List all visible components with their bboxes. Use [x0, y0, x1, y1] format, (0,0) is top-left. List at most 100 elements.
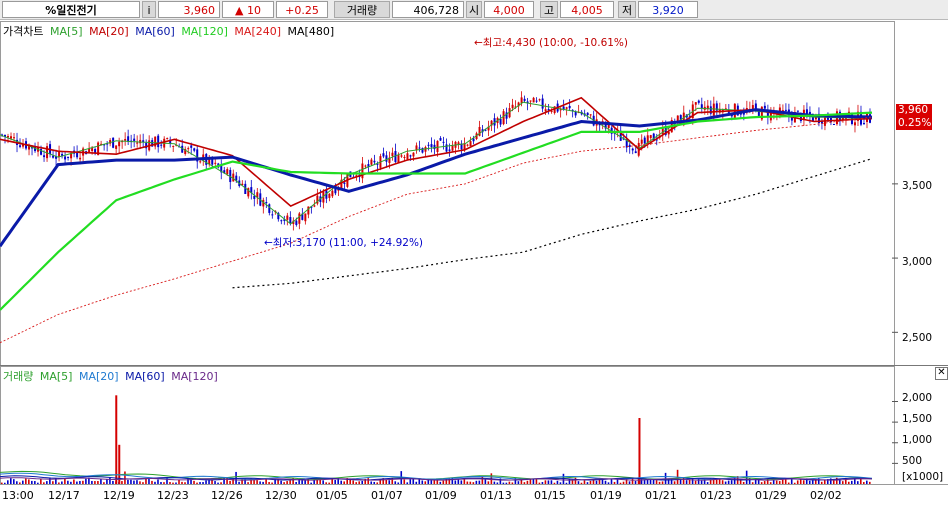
candle-body	[19, 145, 22, 147]
candle-body	[10, 136, 13, 139]
candle-body	[634, 151, 637, 154]
volume-bar	[31, 480, 33, 484]
volume-bar	[286, 481, 288, 484]
price-tick-3500: 3,500	[902, 180, 933, 192]
volume-bar	[775, 480, 778, 484]
volume-bar	[721, 480, 724, 484]
candle-body	[427, 144, 430, 146]
legend-ma5[interactable]: MA[5]	[50, 25, 83, 38]
volume-bar	[130, 479, 132, 484]
volume-bar	[421, 480, 424, 484]
x-tick-label: 01/07	[371, 489, 403, 502]
candle-body	[466, 144, 469, 146]
candle-body	[421, 147, 424, 153]
candle-body	[763, 105, 766, 109]
volume-bar	[700, 480, 703, 484]
volume-bar	[121, 481, 123, 484]
volume-bar	[355, 482, 358, 484]
candle-body	[853, 122, 856, 126]
volume-bar	[475, 480, 478, 484]
x-tick-label: 01/09	[425, 489, 457, 502]
volume-bar	[169, 482, 171, 484]
volume-bar	[574, 477, 577, 484]
volume-bar	[157, 479, 159, 484]
volume-bars	[1, 395, 871, 484]
price-panel-title: 가격차트	[3, 25, 44, 38]
volume-bar	[865, 480, 868, 484]
volume-bar	[58, 482, 60, 484]
volume-bar	[832, 480, 835, 484]
volume-bar	[238, 481, 240, 484]
volume-peak-bar	[115, 395, 118, 484]
volume-bar	[181, 481, 183, 484]
candle-body	[298, 213, 301, 224]
volume-bar	[262, 481, 264, 484]
legend-ma240[interactable]: MA[240]	[234, 25, 281, 38]
candle-body	[700, 104, 703, 109]
candle-body	[331, 190, 334, 197]
candle-body	[832, 124, 835, 126]
volume-bar	[694, 480, 697, 484]
volume-bar	[742, 481, 745, 484]
candle-body	[187, 148, 190, 150]
volume-bar	[268, 482, 270, 484]
volume-bar	[376, 482, 379, 484]
volume-bar	[73, 479, 75, 484]
candle-body	[409, 155, 412, 157]
volume-bar	[352, 480, 355, 484]
vol-tick-500: 500	[902, 455, 923, 467]
volume-bar	[313, 480, 315, 484]
legend-ma20[interactable]: MA[20]	[89, 25, 129, 38]
candle-body	[538, 99, 541, 101]
volume-bar	[259, 481, 261, 484]
volume-bar	[808, 480, 811, 484]
vol-legend-ma5[interactable]: MA[5]	[40, 370, 73, 383]
last-price-tag: 3,960	[896, 104, 932, 117]
vol-legend-ma60[interactable]: MA[60]	[125, 370, 165, 383]
legend-ma480[interactable]: MA[480]	[288, 25, 335, 38]
candle-body	[7, 135, 10, 138]
vol-legend-ma120[interactable]: MA[120]	[171, 370, 218, 383]
stock-chart-canvas[interactable]	[0, 0, 948, 508]
volume-bar	[214, 481, 216, 484]
volume-bar	[142, 482, 144, 484]
volume-bar	[103, 482, 105, 484]
volume-bar	[112, 480, 114, 484]
volume-bar	[283, 482, 285, 484]
volume-bar	[52, 481, 54, 484]
volume-bar	[271, 482, 273, 484]
volume-bar	[295, 481, 297, 484]
candle-body	[343, 182, 346, 184]
x-tick-label: 12/26	[211, 489, 243, 502]
volume-bar	[424, 481, 427, 484]
close-volume-panel-icon[interactable]: ✕	[935, 367, 948, 380]
volume-bar	[247, 482, 249, 484]
volume-bar	[100, 478, 102, 484]
volume-bar	[583, 480, 586, 484]
legend-ma120[interactable]: MA[120]	[181, 25, 228, 38]
volume-bar	[388, 480, 391, 484]
volume-bar	[79, 481, 81, 484]
candle-body	[397, 155, 400, 163]
candle-body	[253, 195, 256, 199]
x-tick-label: 01/21	[645, 489, 677, 502]
x-tick-label: 02/02	[810, 489, 842, 502]
candle-body	[136, 142, 139, 144]
candle-body	[550, 110, 553, 112]
last-rate-tag: 0.25%	[896, 117, 932, 130]
vol-legend-ma20[interactable]: MA[20]	[79, 370, 119, 383]
candle-body	[91, 148, 94, 152]
volume-bar	[106, 479, 108, 484]
volume-bar	[472, 482, 475, 484]
x-tick-label: 01/13	[480, 489, 512, 502]
candle-body	[697, 100, 700, 103]
candle-body	[160, 144, 163, 146]
volume-bar	[373, 481, 376, 484]
candle-body	[43, 155, 46, 158]
volume-bar	[82, 480, 84, 484]
x-tick-label: 12/23	[157, 489, 189, 502]
volume-panel-title: 거래량	[3, 370, 34, 383]
volume-bar	[334, 479, 336, 484]
legend-ma60[interactable]: MA[60]	[135, 25, 175, 38]
volume-bar	[124, 471, 126, 484]
